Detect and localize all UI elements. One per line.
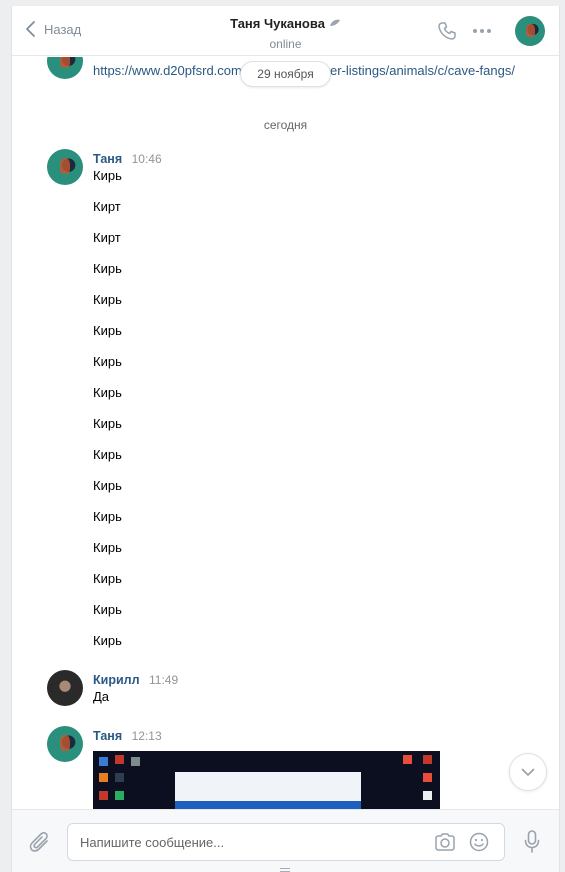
message-text: Кирь [93,385,122,400]
phone-icon [438,22,456,40]
message-text: Кирт [93,199,121,214]
message-list: Да [93,690,109,721]
more-button[interactable] [473,29,491,33]
message-text: Кирь [93,602,122,617]
desktop-icon [99,773,108,782]
message-input-box[interactable] [67,823,505,861]
contact-name: Таня Чуканова [230,16,325,31]
resize-handle[interactable] [280,868,290,872]
message-list: Кирь Кирт Кирт Кирь Кирь Кирь Кирь Кирь Кирь Кирь… [93,169,122,665]
avatar[interactable] [47,726,83,762]
scroll-down-button[interactable] [509,753,547,791]
message-time[interactable]: 10:46 [132,152,162,166]
message-text: Кирь [93,540,122,555]
contact-avatar[interactable] [515,16,545,46]
chat-window: Назад Таня Чуканова online https://www.d… [11,6,560,872]
avatar[interactable] [47,670,83,706]
online-status: online [269,37,302,51]
message-text: Кирь [93,571,122,586]
paperclip-icon [29,831,48,852]
message-text: Кирь [93,447,122,462]
desktop-icon [423,773,432,782]
message-text: Кирь [93,416,122,431]
attach-button[interactable] [29,830,51,859]
chat-title-block[interactable]: Таня Чуканова online [12,15,559,51]
image-attachment[interactable] [93,751,440,809]
message-time[interactable]: 12:13 [132,729,162,743]
message-text: Кирь [93,168,122,183]
message-text: Кирт [93,230,121,245]
sender-name[interactable]: Таня [93,152,122,166]
sender-name[interactable]: Кирилл [93,673,140,687]
desktop-icon [115,773,124,782]
desktop-icon [423,791,432,800]
message-text: Кирь [93,509,122,524]
date-badge: 29 ноября [240,61,331,87]
avatar[interactable] [47,149,83,185]
camera-icon [435,833,455,851]
leaf-icon [329,18,341,30]
desktop-icon [115,755,124,764]
call-button[interactable] [437,21,457,46]
message-text: Кирь [93,261,122,276]
desktop-icon [131,757,140,766]
desktop-icon [423,755,432,764]
desktop-icon [115,791,124,800]
message-text: Кирь [93,354,122,369]
smile-icon [469,832,489,852]
sender-name[interactable]: Таня [93,729,122,743]
message-text: Да [93,689,110,704]
avatar[interactable] [47,57,83,79]
message-feed[interactable]: https://www.d20pfsrd.com/bestiary/monste… [12,57,559,809]
desktop-icon [99,791,108,800]
message-text: Кирь [93,478,122,493]
voice-button[interactable] [524,830,540,859]
more-dots-icon [473,29,477,33]
emoji-button[interactable] [469,832,489,857]
desktop-icon [403,755,412,764]
message-text: Кирь [93,292,122,307]
message-time[interactable]: 11:49 [149,673,178,687]
composer [12,809,559,872]
camera-button[interactable] [434,833,456,856]
microphone-icon [524,830,540,853]
message-text: Кирь [93,323,122,338]
message-input[interactable] [80,824,420,860]
chevron-down-icon [521,768,535,776]
chat-header: Назад Таня Чуканова online [12,6,559,56]
day-divider: сегодня [263,118,308,132]
message-text: Кирь [93,633,122,648]
desktop-icon [99,757,108,766]
window-bar [175,801,361,809]
